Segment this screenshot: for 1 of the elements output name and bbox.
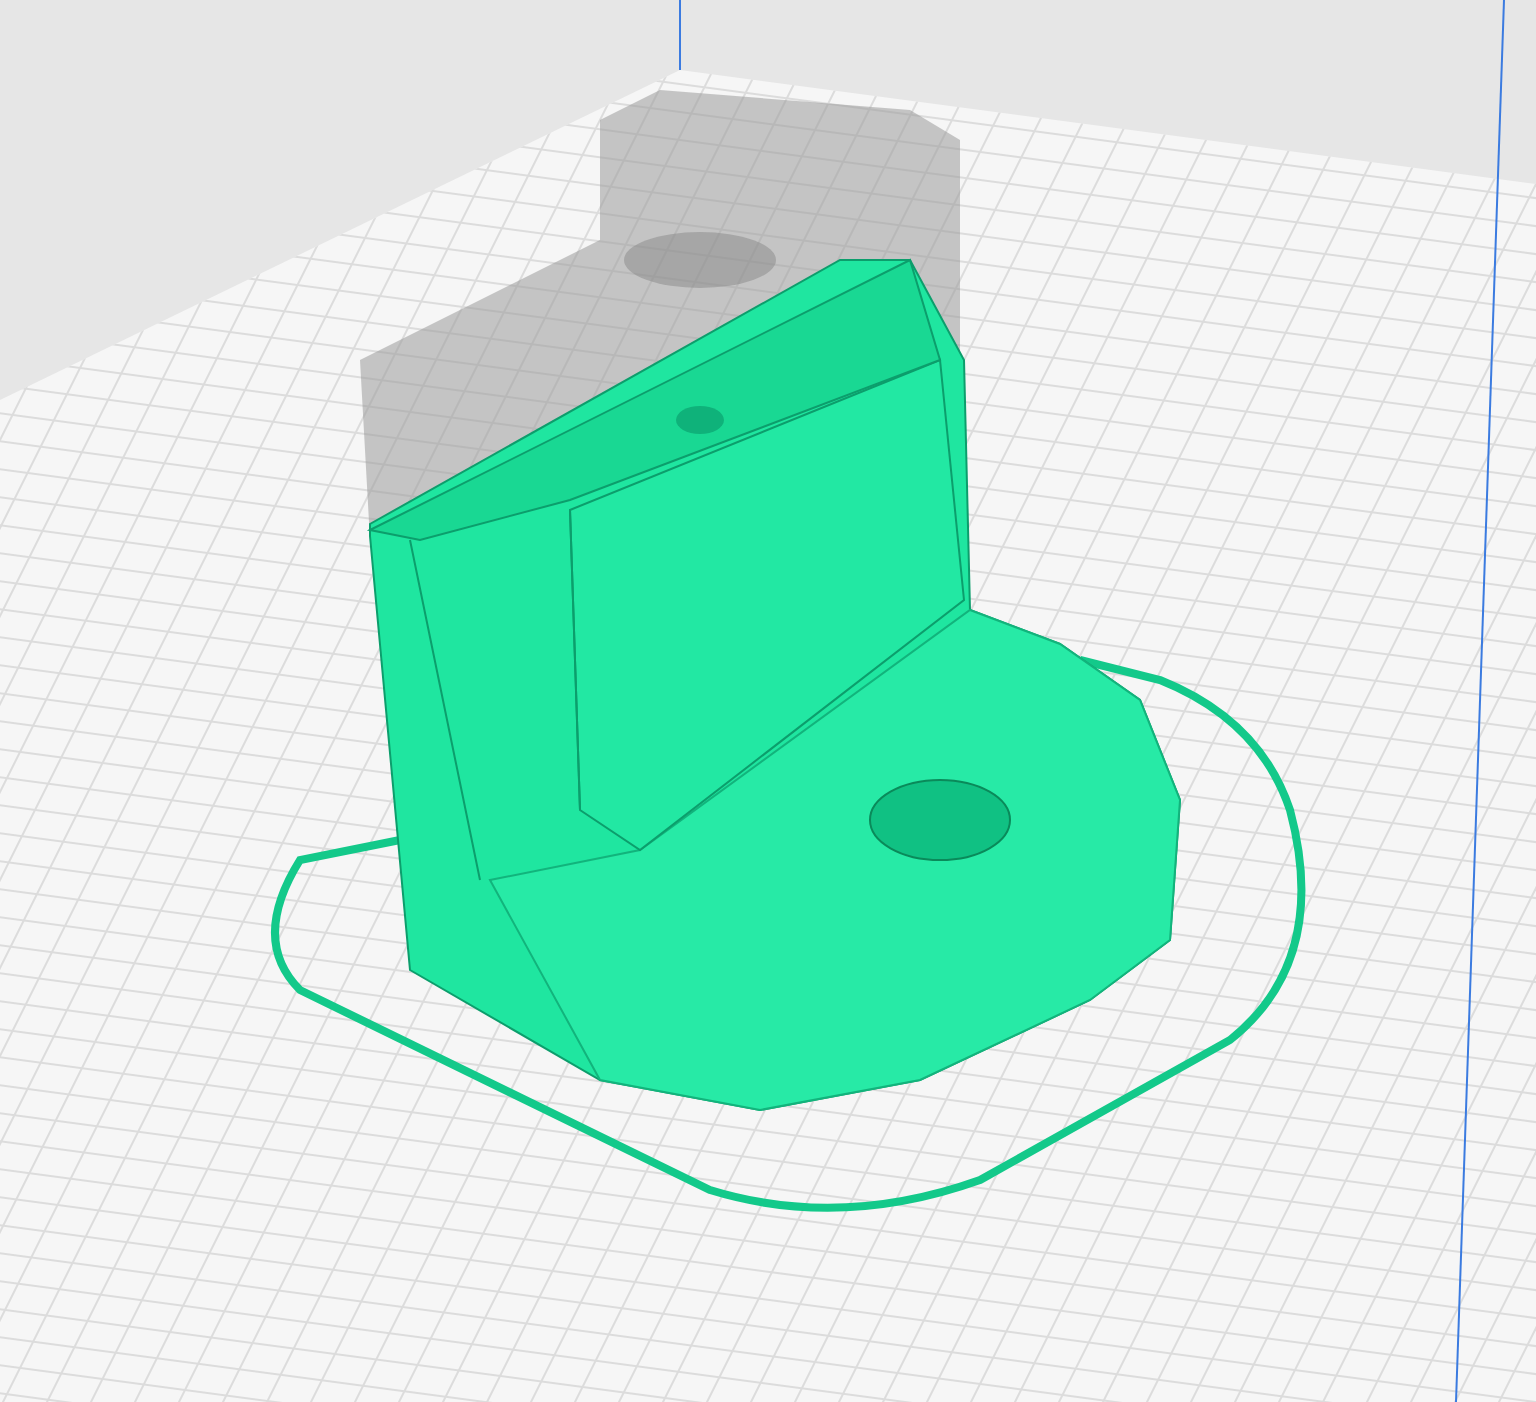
axis-line	[679, 0, 681, 71]
